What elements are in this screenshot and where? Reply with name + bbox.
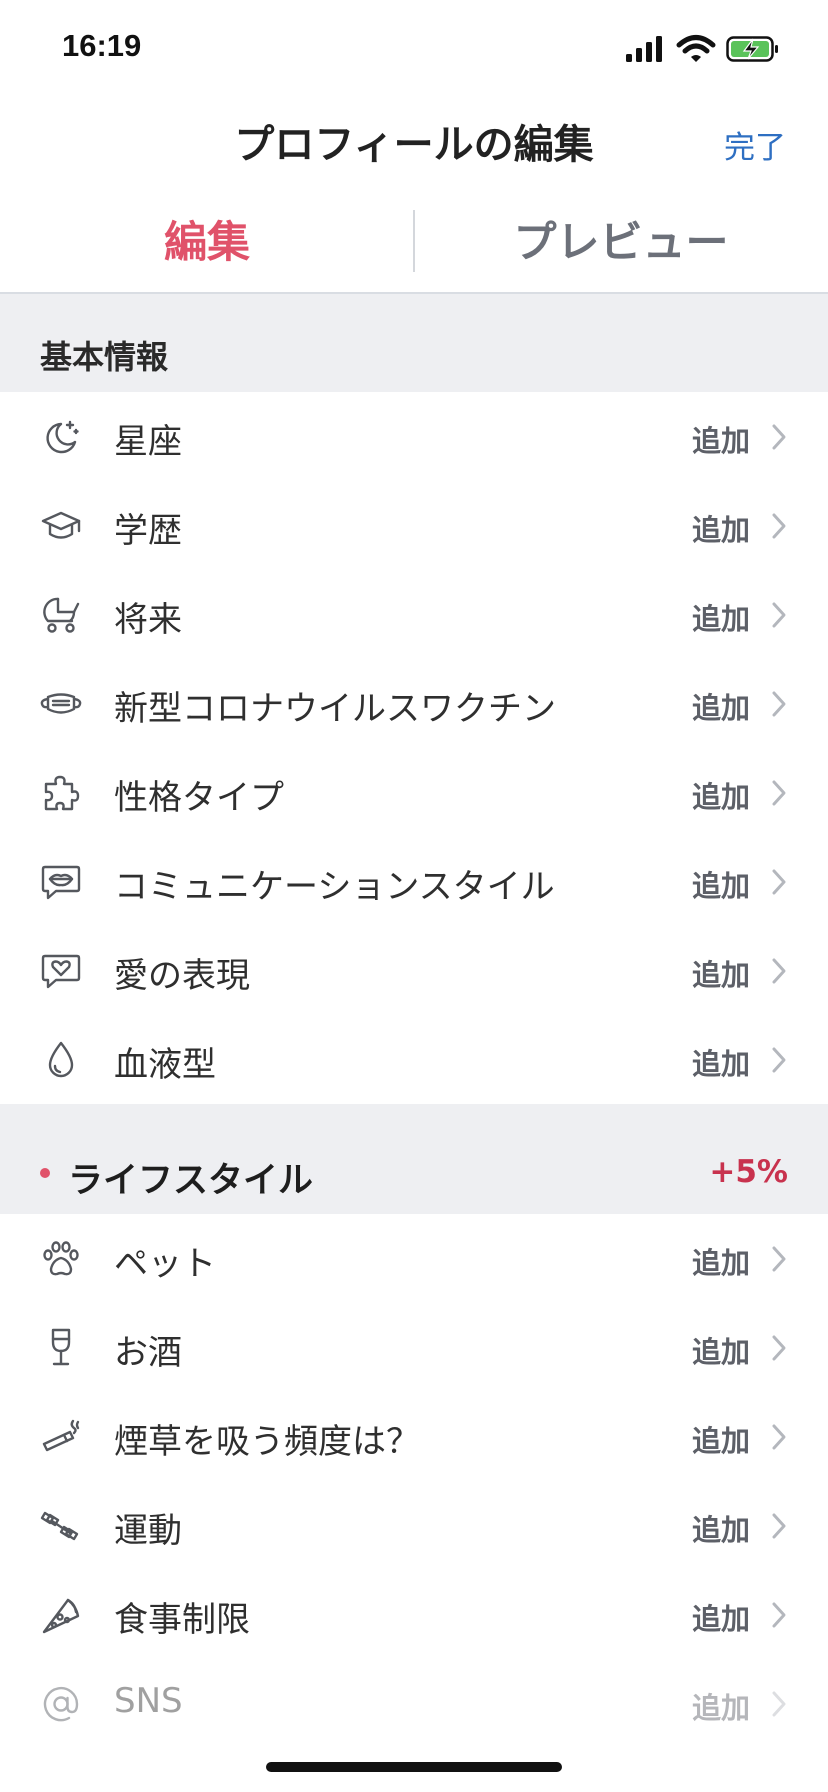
add-action: 追加 [691, 602, 750, 636]
section-title-basic: 基本情報 [40, 338, 169, 376]
wine-glass-icon [40, 1327, 82, 1369]
list-item-label: 愛の表現 [114, 956, 250, 996]
status-bar: 16:19 [0, 0, 828, 100]
add-action: 追加 [691, 1246, 750, 1280]
list-item-love-language[interactable]: 愛の表現 追加 [0, 926, 828, 1015]
add-action: 追加 [691, 958, 750, 992]
add-action: 追加 [691, 1602, 750, 1636]
dumbbell-icon [40, 1505, 82, 1547]
chevron-right-icon [772, 424, 786, 450]
section-header-lifestyle: ライフスタイル +5% [0, 1104, 828, 1214]
chevron-right-icon [772, 1602, 786, 1628]
mask-icon [40, 683, 82, 725]
add-action: 追加 [691, 513, 750, 547]
chevron-right-icon [772, 1246, 786, 1272]
tab-edit[interactable]: 編集 [0, 208, 414, 270]
list-item-smoking[interactable]: 煙草を吸う頻度は？ 追加 [0, 1392, 828, 1481]
at-sign-icon [40, 1683, 82, 1725]
status-icons [626, 34, 796, 64]
list-item-label: 煙草を吸う頻度は？ [114, 1422, 420, 1462]
list-item-label: お酒 [114, 1333, 182, 1373]
add-action: 追加 [691, 691, 750, 725]
list-item-label: 性格タイプ [114, 778, 284, 818]
list-item-label: 将来 [114, 600, 182, 640]
list-item-label: ペット [114, 1244, 216, 1284]
chevron-right-icon [772, 691, 786, 717]
paw-icon [40, 1238, 82, 1280]
list-item-label: 学歴 [114, 511, 182, 551]
chevron-right-icon [772, 869, 786, 895]
cellular-signal-icon [626, 36, 662, 62]
add-action: 追加 [691, 1047, 750, 1081]
basic-info-list: 星座 追加 学歴 追加 将来 追加 新型コロナウイルスワクチン 追加 性格タイプ… [0, 392, 828, 1104]
list-item-communication-style[interactable]: コミュニケーションスタイル 追加 [0, 837, 828, 926]
chevron-right-icon [772, 1691, 786, 1717]
tab-preview[interactable]: プレビュー [414, 208, 828, 270]
add-action: 追加 [691, 1424, 750, 1458]
add-action: 追加 [691, 1513, 750, 1547]
add-action: 追加 [691, 424, 750, 458]
indicator-dot [40, 1168, 50, 1178]
list-item-drinking[interactable]: お酒 追加 [0, 1303, 828, 1392]
wifi-icon [676, 35, 716, 62]
list-item-zodiac[interactable]: 星座 追加 [0, 392, 828, 481]
chevron-right-icon [772, 602, 786, 628]
list-item-future[interactable]: 将来 追加 [0, 570, 828, 659]
add-action: 追加 [691, 1691, 750, 1725]
section-title-lifestyle: ライフスタイル [68, 1161, 314, 1201]
list-item-label: 運動 [114, 1511, 182, 1551]
list-item-exercise[interactable]: 運動 追加 [0, 1481, 828, 1570]
list-item-label: 星座 [114, 422, 182, 462]
chevron-right-icon [772, 1335, 786, 1361]
cigarette-icon [40, 1416, 82, 1458]
edit-preview-tabs: 編集 プレビュー [0, 192, 828, 294]
list-item-blood-type[interactable]: 血液型 追加 [0, 1015, 828, 1104]
chevron-right-icon [772, 780, 786, 806]
add-action: 追加 [691, 1335, 750, 1369]
drop-icon [40, 1039, 82, 1081]
page-title: プロフィールの編集 [234, 122, 594, 168]
add-action: 追加 [691, 869, 750, 903]
chevron-right-icon [772, 1424, 786, 1450]
chevron-right-icon [772, 1513, 786, 1539]
completion-bonus: +5% [709, 1154, 788, 1190]
stroller-icon [40, 594, 82, 636]
chevron-right-icon [772, 1047, 786, 1073]
list-item-label: コミュニケーションスタイル [114, 867, 555, 907]
list-item-label: SNS [114, 1681, 183, 1721]
profile-edit-screen: 16:19 プロフィールの編集 完了 編集 プレビュー 基本情報 星座 追加 学… [0, 0, 828, 1792]
chat-lips-icon [40, 861, 82, 903]
nav-header: プロフィールの編集 完了 [0, 100, 828, 180]
lifestyle-list: ペット 追加 お酒 追加 煙草を吸う頻度は？ 追加 運動 追加 食事制限 追加 … [0, 1214, 828, 1748]
moon-stars-icon [40, 416, 82, 458]
list-item-label: 食事制限 [114, 1600, 250, 1640]
list-item-sns[interactable]: SNS 追加 [0, 1659, 828, 1748]
list-item-pets[interactable]: ペット 追加 [0, 1214, 828, 1303]
list-item-personality[interactable]: 性格タイプ 追加 [0, 748, 828, 837]
pizza-icon [40, 1594, 82, 1636]
section-header-basic: 基本情報 [0, 294, 828, 392]
list-item-education[interactable]: 学歴 追加 [0, 481, 828, 570]
done-button[interactable]: 完了 [724, 122, 786, 167]
home-indicator[interactable] [266, 1762, 562, 1772]
chat-heart-icon [40, 950, 82, 992]
list-item-diet[interactable]: 食事制限 追加 [0, 1570, 828, 1659]
chevron-right-icon [772, 958, 786, 984]
list-item-label: 新型コロナウイルスワクチン [114, 689, 556, 729]
status-time: 16:19 [62, 28, 142, 63]
list-item-label: 血液型 [114, 1045, 216, 1085]
battery-charging-icon [726, 36, 778, 62]
puzzle-icon [40, 772, 82, 814]
graduation-cap-icon [40, 505, 82, 547]
list-item-vaccine[interactable]: 新型コロナウイルスワクチン 追加 [0, 659, 828, 748]
add-action: 追加 [691, 780, 750, 814]
chevron-right-icon [772, 513, 786, 539]
